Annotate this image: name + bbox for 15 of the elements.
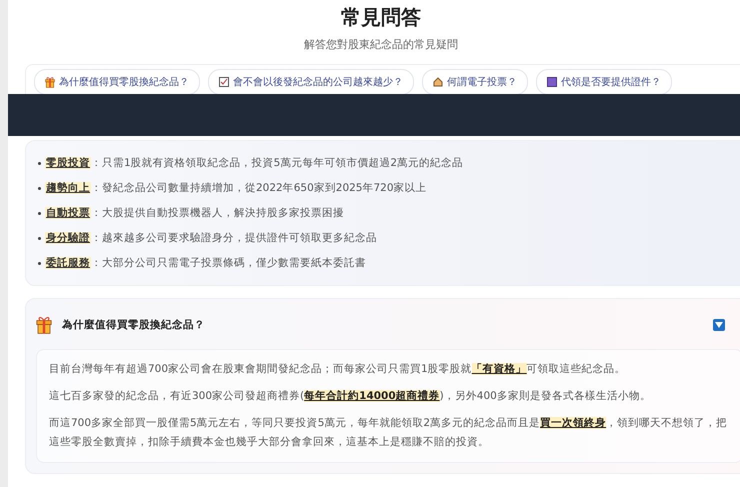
question-link[interactable]: 為什麼值得買零股換紀念品？ bbox=[34, 69, 200, 95]
summary-item: 身分驗證：越來越多公司要求驗證身分，提供證件可領取更多紀念品 bbox=[45, 231, 377, 246]
summary-item: 趨勢向上：發紀念品公司數量持續增加，從2022年650家到2025年720家以上 bbox=[45, 181, 427, 196]
question-link[interactable]: 代領是否要提供證件？ bbox=[536, 69, 672, 95]
answer-paragraph: 這七百多家發的紀念品，有近300家公司發超商禮券(每年合計約14000超商禮券)，另外400多家則是發各式各樣生活小物。 bbox=[49, 389, 652, 404]
question-link[interactable]: 何謂電子投票？ bbox=[422, 69, 528, 95]
page-title: 常見問答 bbox=[341, 4, 421, 31]
summary-item: 自動投票：大股提供自動投票機器人，解決持股多家投票困擾 bbox=[45, 206, 344, 221]
summary-item: 零股投資：只需1股就有資格領取紀念品，投資5萬元每年可領市價超過2萬元的紀念品 bbox=[45, 156, 464, 171]
faq-question[interactable]: 為什麼值得買零股換紀念品？ bbox=[62, 318, 703, 332]
answer-paragraph: 而這700多家全部買一股僅需5萬元左右，等同只要投資5萬元，每年就能領取2萬多元的紀念品而且是買一次領終身，領到哪天不想領了，把這些零股全數賣掉，扣除手續費本金也幾乎大部分會拿回來，這基本上是穩賺不賠的投資。 bbox=[49, 416, 728, 450]
page-subtitle: 解答您對股東紀念品的常見疑問 bbox=[304, 37, 458, 52]
answer-paragraph: 目前台灣每年有超過700家公司會在股東會期間發紀念品；而每家公司只需買1股零股就「有資格」可領取這些紀念品。 bbox=[49, 362, 627, 377]
question-link[interactable]: 會不會以後發紀念品的公司越來越少？ bbox=[208, 69, 414, 95]
summary-item: 委託服務：大部分公司只需電子投票條碼，僅少數需要紙本委託書 bbox=[45, 256, 366, 271]
